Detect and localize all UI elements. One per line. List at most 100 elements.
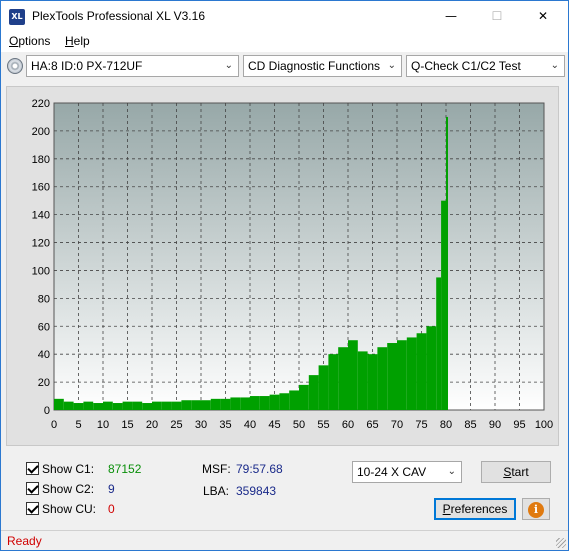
c1-bar <box>446 116 448 411</box>
start-label: tart <box>511 465 529 479</box>
window-title: PlexTools Professional XL V3.16 <box>32 9 205 23</box>
menu-help[interactable]: Help <box>65 34 90 48</box>
drive-select[interactable]: HA:8 ID:0 PX-712UF ⌄ <box>26 55 239 77</box>
status-text: Ready <box>7 534 42 548</box>
c1-bar <box>161 401 172 410</box>
c1-bar <box>441 200 446 410</box>
menu-options-label: ptions <box>18 34 51 48</box>
x-tick-label: 70 <box>391 419 403 431</box>
show-cu-label: Show CU: <box>42 502 97 516</box>
c1-bar <box>210 398 221 410</box>
c1-bar <box>112 403 123 410</box>
status-bar: Ready <box>1 530 568 550</box>
close-button[interactable]: ✕ <box>520 1 566 31</box>
c1-bar <box>387 343 397 410</box>
c1-bar <box>73 403 84 410</box>
y-tick-label: 220 <box>32 98 50 110</box>
info-button[interactable]: i <box>522 498 550 520</box>
x-tick-label: 15 <box>121 419 133 431</box>
x-tick-label: 95 <box>513 419 525 431</box>
menu-bar: Options Help <box>1 31 568 52</box>
x-tick-label: 50 <box>293 419 305 431</box>
test-select-value: Q-Check C1/C2 Test <box>411 59 521 73</box>
c1-bar <box>191 400 201 410</box>
c1-bar <box>416 333 427 410</box>
c1-bar <box>83 401 94 410</box>
y-tick-label: 20 <box>38 377 50 389</box>
x-tick-label: 5 <box>75 419 81 431</box>
c1-bar <box>142 403 152 410</box>
c1-bar <box>250 396 260 410</box>
checkbox-checked-icon <box>26 462 39 475</box>
x-tick-label: 100 <box>535 419 553 431</box>
c1-bar <box>367 354 378 410</box>
speed-select[interactable]: 10-24 X CAV ⌄ <box>352 461 462 483</box>
x-tick-label: 65 <box>366 419 378 431</box>
maximize-button[interactable]: ☐ <box>474 1 520 31</box>
x-tick-label: 55 <box>317 419 329 431</box>
c1-bar <box>201 400 211 410</box>
c1-bar <box>406 337 417 410</box>
menu-help-mnemonic: H <box>65 34 74 48</box>
cu-count: 0 <box>108 502 115 516</box>
y-tick-label: 0 <box>44 405 50 417</box>
minimize-button[interactable]: — <box>428 1 474 31</box>
chevron-down-icon: ⌄ <box>447 466 456 477</box>
y-tick-label: 60 <box>38 321 50 333</box>
x-tick-label: 25 <box>170 419 182 431</box>
c2-count: 9 <box>108 482 115 496</box>
x-tick-label: 75 <box>415 419 427 431</box>
y-tick-label: 100 <box>32 265 50 277</box>
c1-bar <box>436 277 442 410</box>
c1-bar <box>377 347 388 410</box>
c1-bar <box>220 398 231 410</box>
start-button[interactable]: Start <box>481 461 551 483</box>
x-tick-label: 20 <box>146 419 158 431</box>
resize-grip-icon[interactable] <box>556 538 566 548</box>
c1-bar <box>103 401 113 410</box>
c1-bar <box>152 401 162 410</box>
c1-bar <box>269 394 280 410</box>
x-tick-label: 85 <box>464 419 476 431</box>
c1-bar <box>63 401 74 410</box>
menu-options[interactable]: Options <box>9 34 50 48</box>
chevron-down-icon: ⌄ <box>224 60 233 71</box>
c1c2-chart: 0 5 10 15 20 25 30 35 40 45 50 55 60 65 70 75 80 85 90 95 10… <box>32 98 554 431</box>
function-select-value: CD Diagnostic Functions <box>248 59 381 73</box>
msf-label: MSF: <box>202 462 231 476</box>
x-tick-label: 60 <box>342 419 354 431</box>
toolbar: HA:8 ID:0 PX-712UF ⌄ CD Diagnostic Funct… <box>1 52 568 81</box>
c1-bar <box>259 396 270 410</box>
x-tick-label: 35 <box>219 419 231 431</box>
preferences-button[interactable]: Preferences <box>434 498 516 520</box>
lba-value: 359843 <box>236 484 277 498</box>
chevron-down-icon: ⌄ <box>550 60 559 71</box>
info-icon: i <box>528 502 544 518</box>
c1-bar <box>308 375 319 410</box>
test-select[interactable]: Q-Check C1/C2 Test ⌄ <box>406 55 565 77</box>
results-panel: Show C1: 87152 Show C2: 9 Show CU: 0 MSF… <box>6 454 559 526</box>
y-tick-label: 180 <box>32 154 50 166</box>
lba-label: LBA: <box>203 484 230 498</box>
chart-area: 0 5 10 15 20 25 30 35 40 45 50 55 60 65 70 75 80 85 90 95 10… <box>6 86 559 446</box>
c1-bar <box>426 326 437 410</box>
preferences-mnemonic: P <box>442 502 451 516</box>
show-c2-label: Show C2: <box>42 482 95 496</box>
c1-bar <box>171 401 182 410</box>
preferences-label: references <box>450 502 508 516</box>
y-tick-label: 140 <box>32 210 50 222</box>
cd-drive-icon <box>7 58 23 74</box>
function-select[interactable]: CD Diagnostic Functions ⌄ <box>243 55 402 77</box>
c1-bar <box>338 347 348 410</box>
y-tick-label: 160 <box>32 182 50 194</box>
c1-bar <box>181 400 192 410</box>
y-tick-label: 120 <box>32 238 50 250</box>
c1-bar <box>54 398 64 410</box>
y-tick-label: 200 <box>32 126 50 138</box>
x-tick-label: 90 <box>489 419 501 431</box>
c1-bar <box>328 354 339 410</box>
speed-select-value: 10-24 X CAV <box>357 465 427 479</box>
x-tick-label: 80 <box>440 419 452 431</box>
show-c1-label: Show C1: <box>42 462 95 476</box>
y-tick-label: 40 <box>38 349 50 361</box>
